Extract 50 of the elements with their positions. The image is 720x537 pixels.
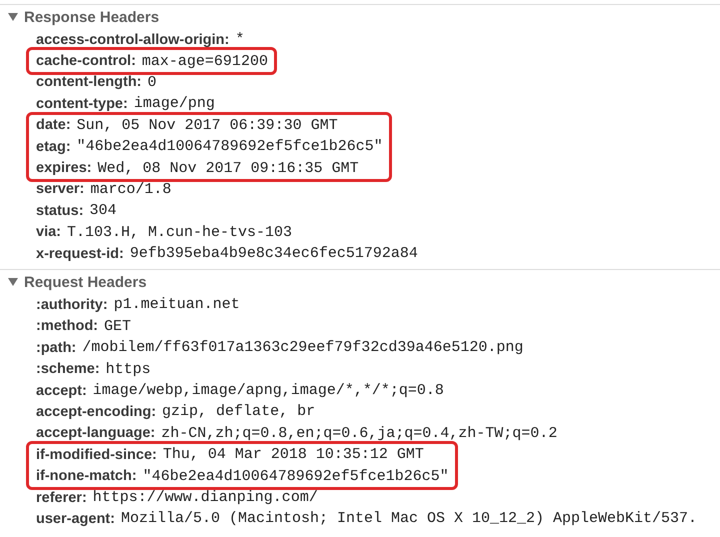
header-value: https://www.dianping.com/ (92, 489, 318, 506)
header-value: /mobilem/ff63f017a1363c29eef79f32cd39a46e5120.png (82, 339, 524, 356)
header-name: if-none-match: (36, 468, 137, 484)
header-value: Sun, 05 Nov 2017 06:39:30 GMT (76, 116, 338, 134)
header-name: :scheme: (36, 361, 100, 378)
triangle-icon[interactable] (8, 12, 18, 22)
header-name: expires: (36, 160, 92, 176)
header-name: :authority: (36, 296, 108, 313)
header-value: image/png (134, 95, 215, 112)
header-value: gzip, deflate, br (162, 403, 316, 420)
header-name: accept-language: (36, 425, 156, 442)
header-name: referer: (36, 490, 87, 506)
header-name: accept: (36, 382, 87, 399)
triangle-icon[interactable] (8, 277, 18, 288)
header-value: 9efb395eba4b9e8c34ec6fec51792a84 (130, 245, 418, 262)
header-value: "46be2ea4d10064789692ef5fce1b26c5" (76, 138, 383, 156)
header-value: zh-CN,zh;q=0.8,en;q=0.6,ja;q=0.4,zh-TW;q=0.2 (161, 424, 558, 442)
header-name: content-type: (36, 96, 128, 112)
header-name: accept-encoding: (36, 404, 156, 420)
header-value: GET (104, 318, 132, 335)
header-name: :method: (36, 318, 98, 334)
header-value: * (235, 31, 244, 48)
header-name: if-modified-since: (36, 446, 157, 463)
header-name: content-length: (36, 74, 142, 90)
header-name: status: (36, 202, 84, 219)
header-value: max-age=691200 (142, 52, 268, 70)
header-name: access-control-allow-origin: (36, 32, 230, 48)
section-title: Response Headers (24, 8, 160, 26)
section-title: Request Headers (24, 274, 147, 291)
header-value: Thu, 04 Mar 2018 10:35:12 GMT (162, 446, 424, 464)
header-name: etag: (36, 138, 71, 155)
header-value: 304 (90, 202, 117, 220)
header-value: T.103.H, M.cun-he-tvs-103 (67, 224, 292, 241)
header-value: p1.meituan.net (114, 296, 240, 314)
header-name: user-agent: (36, 510, 115, 527)
section-header[interactable]: Request Headers (0, 270, 720, 294)
header-value: Mozilla/5.0 (Macintosh; Intel Mac OS X 10_12_2) AppleWebKit/537. (120, 510, 698, 528)
header-value: 0 (148, 74, 157, 91)
header-name: x-request-id: (36, 246, 124, 262)
header-name: server: (36, 181, 84, 198)
header-value: Wed, 08 Nov 2017 09:16:35 GMT (98, 160, 359, 177)
section-header[interactable]: Response Headers (0, 5, 720, 29)
header-name: via: (36, 224, 61, 240)
header-name: date: (36, 117, 71, 134)
header-value: "46be2ea4d10064789692ef5fce1b26c5" (142, 468, 449, 485)
header-value: image/webp,image/apng,image/*,*/*;q=0.8 (92, 382, 444, 400)
header-name: :path: (36, 340, 76, 356)
header-value: marco/1.8 (90, 180, 172, 198)
header-value: https (106, 360, 151, 378)
header-name: cache-control: (36, 53, 136, 70)
